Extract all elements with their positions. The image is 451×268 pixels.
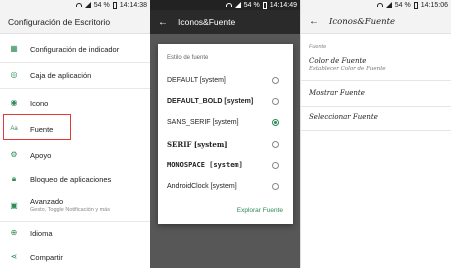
radio-button[interactable] xyxy=(272,182,279,190)
app-drawer-icon: ◎ xyxy=(10,70,18,79)
menu-item-app-drawer[interactable]: ◎ Caja de aplicación xyxy=(0,62,150,88)
wifi-icon xyxy=(225,3,232,7)
menu-item-indicator[interactable]: ▦ Configuración de indicador xyxy=(0,36,150,62)
page-title: Configuración de Escritorio xyxy=(8,16,111,27)
screen-settings: 54 % 14:14:38 Configuración de Escritori… xyxy=(0,0,150,268)
font-option[interactable]: DEFAULT [system] xyxy=(167,70,287,90)
menu-item-label: Bloqueo de aplicaciones xyxy=(30,174,112,184)
status-bar: 54 % 14:14:49 xyxy=(150,0,300,10)
dialog-title: Estilo de fuente xyxy=(167,55,209,61)
divider xyxy=(0,88,150,89)
lock-icon: 🔒︎ xyxy=(11,174,17,183)
menu-item-app-lock[interactable]: 🔒︎ Bloqueo de aplicaciones xyxy=(0,166,150,192)
clock: 14:14:38 xyxy=(119,1,147,9)
menu-item-language[interactable]: ⊕ Idioma xyxy=(0,220,150,246)
item-title: Mostrar Fuente xyxy=(309,89,365,97)
status-bar: 54 % 14:15:06 xyxy=(301,0,451,10)
status-bar: 54 % 14:14:38 xyxy=(0,0,150,10)
menu-item-support[interactable]: ⚙ Apoyo xyxy=(0,142,150,168)
show-font-item[interactable]: Mostrar Fuente xyxy=(309,89,449,97)
font-option[interactable]: SANS_SERIF [system] xyxy=(167,112,287,132)
select-font-item[interactable]: Seleccionar Fuente xyxy=(309,113,449,121)
clock: 14:15:06 xyxy=(420,1,448,9)
signal-icon xyxy=(385,2,392,8)
item-subtitle: Establecer Color de Fuente xyxy=(309,66,386,72)
font-option-label: SANS_SERIF [system] xyxy=(167,118,239,126)
advanced-icon: ▣ xyxy=(10,201,18,210)
battery-icon xyxy=(262,1,267,9)
app-bar: Configuración de Escritorio xyxy=(0,10,150,34)
menu-item-label: Compartir xyxy=(30,252,63,262)
font-option[interactable]: DEFAULT_BOLD [system] xyxy=(167,91,287,111)
wifi-icon xyxy=(376,3,383,7)
menu-item-share[interactable]: ⋖ Compartir xyxy=(0,244,150,268)
font-option[interactable]: MONOSPACE [system] xyxy=(167,155,287,175)
icon-shape-icon: ◉ xyxy=(10,98,18,107)
font-option-label: DEFAULT [system] xyxy=(167,76,226,84)
screen-font-settings: 54 % 14:15:06 ← Iconos&Fuente Fuente Col… xyxy=(301,0,451,268)
back-arrow-icon[interactable]: ← xyxy=(309,16,323,27)
app-bar: ← Iconos&Fuente xyxy=(301,10,451,34)
divider xyxy=(301,130,451,131)
battery-text: 54 % xyxy=(394,1,411,9)
font-style-dialog: Estilo de fuente DEFAULT [system] DEFAUL… xyxy=(158,44,293,224)
menu-item-label: Apoyo xyxy=(30,150,52,160)
divider xyxy=(301,106,451,107)
page-title: Iconos&Fuente xyxy=(329,16,396,27)
radio-button[interactable] xyxy=(272,76,279,84)
radio-button[interactable] xyxy=(272,140,279,148)
page-title: Iconos&Fuente xyxy=(178,17,236,27)
divider xyxy=(301,80,451,81)
globe-icon: ⊕ xyxy=(10,228,18,237)
font-color-item[interactable]: Color de Fuente Establecer Color de Fuen… xyxy=(309,57,449,72)
menu-item-icon[interactable]: ◉ Icono xyxy=(0,90,150,116)
menu-item-label: Idioma xyxy=(30,228,53,238)
radio-button[interactable] xyxy=(272,161,279,169)
battery-icon xyxy=(413,1,418,9)
menu-item-sublabel: Gesto, Toggle Notificación y más xyxy=(30,207,110,213)
clock: 14:14:49 xyxy=(269,1,297,9)
menu-item-label: Avanzado xyxy=(30,197,64,206)
font-option-label: SERIF [system] xyxy=(167,139,228,149)
menu-item-label: Icono xyxy=(30,98,49,108)
explore-font-button[interactable]: Explorar Fuente xyxy=(237,207,283,214)
share-icon: ⋖ xyxy=(10,252,18,261)
font-option[interactable]: SERIF [system] xyxy=(167,134,287,154)
gear-icon: ⚙ xyxy=(10,150,18,159)
screens: 54 % 14:14:38 Configuración de Escritori… xyxy=(0,0,451,268)
radio-button-selected[interactable] xyxy=(272,118,279,126)
signal-icon xyxy=(84,2,91,8)
menu-item-label: Caja de aplicación xyxy=(30,70,92,80)
app-bar: ← Iconos&Fuente xyxy=(150,10,300,34)
font-option[interactable]: AndroidClock [system] xyxy=(167,176,287,196)
section-header: Fuente xyxy=(309,44,327,50)
radio-button[interactable] xyxy=(272,97,279,105)
back-arrow-icon[interactable]: ← xyxy=(158,17,172,28)
signal-icon xyxy=(234,2,241,8)
wifi-icon xyxy=(75,3,82,7)
font-option-label: MONOSPACE [system] xyxy=(167,161,243,169)
menu-item-label: Configuración de indicador xyxy=(30,44,120,54)
battery-icon xyxy=(112,1,117,9)
battery-text: 54 % xyxy=(93,1,110,9)
item-title: Color de Fuente xyxy=(309,57,367,65)
item-title: Seleccionar Fuente xyxy=(309,113,378,121)
grid-icon: ▦ xyxy=(10,44,18,53)
font-option-label: AndroidClock [system] xyxy=(167,182,237,190)
menu-item-advanced[interactable]: ▣ Avanzado Gesto, Toggle Notificación y … xyxy=(0,192,150,220)
highlight-box xyxy=(3,114,71,140)
battery-text: 54 % xyxy=(243,1,260,9)
font-option-label: DEFAULT_BOLD [system] xyxy=(167,97,254,105)
